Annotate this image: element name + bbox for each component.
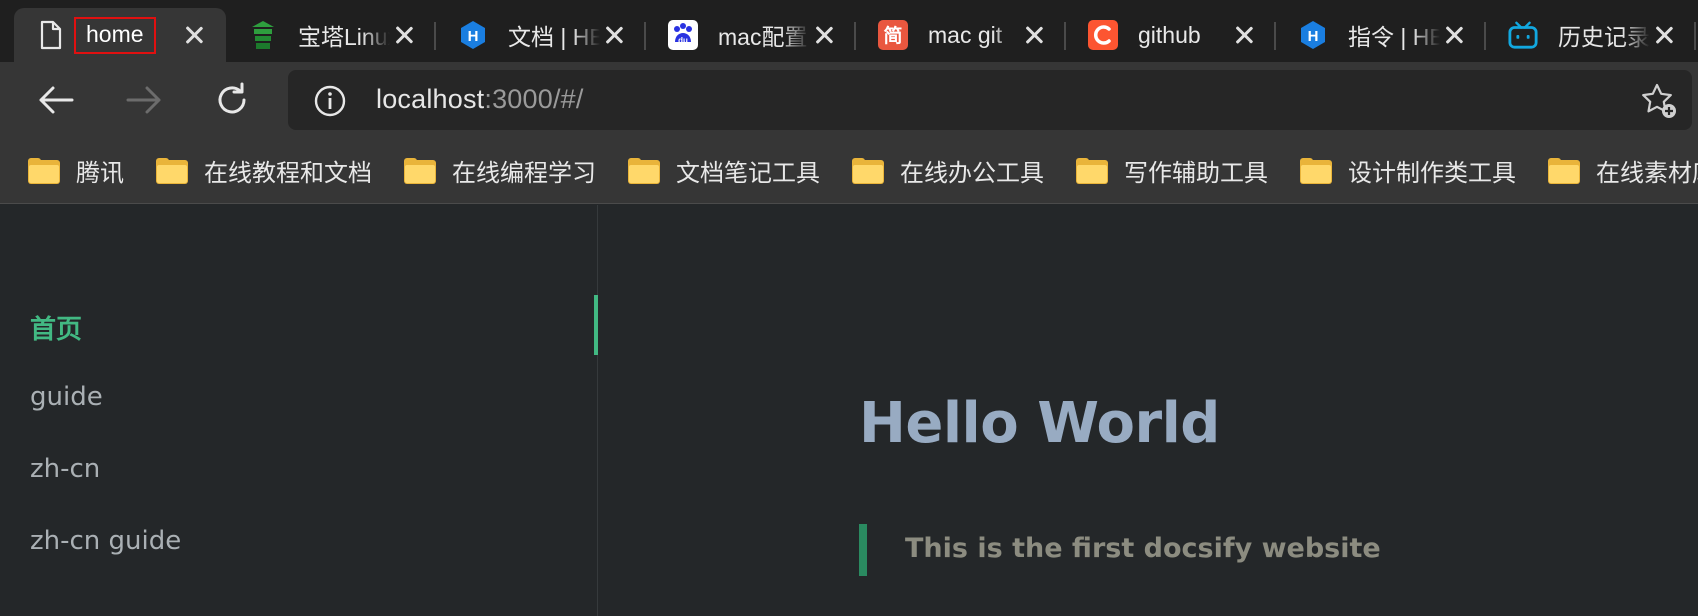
tab-title: 文档 | HBuilderX bbox=[508, 24, 600, 50]
bookmark-folder[interactable]: 在线素材库 bbox=[1548, 153, 1698, 188]
page-viewport: 首页 guide zh-cn zh-cn guide Hello World T… bbox=[0, 205, 1698, 616]
tab-hbuilder-commands[interactable]: H 指令 | HBuilderX bbox=[1276, 8, 1486, 62]
bookmark-label: 在线素材库 bbox=[1596, 160, 1698, 187]
tab-mac-git[interactable]: 简 mac git bbox=[856, 8, 1066, 62]
docsify-sidebar: 首页 guide zh-cn zh-cn guide bbox=[0, 205, 598, 616]
folder-icon bbox=[156, 157, 188, 184]
close-tab-icon[interactable] bbox=[182, 23, 206, 47]
blockquote-bar bbox=[859, 524, 867, 576]
arrow-left-icon bbox=[39, 86, 74, 114]
tab-title: home bbox=[74, 16, 156, 54]
sidebar-item-guide[interactable]: guide bbox=[30, 382, 103, 412]
close-tab-icon[interactable] bbox=[602, 23, 626, 47]
close-tab-icon[interactable] bbox=[1652, 23, 1676, 47]
bookmark-folder[interactable]: 在线编程学习 bbox=[404, 153, 596, 188]
close-tab-icon[interactable] bbox=[1232, 23, 1256, 47]
close-tab-icon[interactable] bbox=[1022, 23, 1046, 47]
sidebar-item-zh-cn-guide[interactable]: zh-cn guide bbox=[30, 526, 181, 556]
browser-toolbar: localhost:3000/#/ bbox=[0, 62, 1698, 138]
folder-icon bbox=[1300, 157, 1332, 184]
svg-text:du: du bbox=[678, 36, 688, 45]
document-icon bbox=[36, 20, 66, 50]
bookmark-label: 在线办公工具 bbox=[900, 160, 1044, 187]
back-button[interactable] bbox=[34, 78, 78, 122]
close-tab-icon[interactable] bbox=[812, 23, 836, 47]
bookmark-folder[interactable]: 文档笔记工具 bbox=[628, 153, 820, 188]
tab-title: mac配置 bbox=[718, 24, 808, 50]
tab-title: mac git bbox=[928, 21, 1003, 48]
bookmark-label: 写作辅助工具 bbox=[1124, 160, 1268, 187]
bookmark-folder[interactable]: 写作辅助工具 bbox=[1076, 153, 1268, 188]
tab-title: 宝塔Linux面板 bbox=[298, 24, 390, 50]
tab-title: 历史记录 bbox=[1558, 24, 1650, 50]
close-tab-icon[interactable] bbox=[392, 23, 416, 47]
folder-icon bbox=[1548, 157, 1580, 184]
tab-home[interactable]: home bbox=[14, 8, 226, 62]
page-title: Hello World bbox=[859, 391, 1220, 456]
folder-icon bbox=[28, 157, 60, 184]
url-text[interactable]: localhost:3000/#/ bbox=[376, 84, 584, 115]
tab-strip: home 宝塔Linux面板 H 文档 | HBuilderX du mac配置… bbox=[0, 0, 1698, 62]
bilibili-icon bbox=[1508, 20, 1538, 50]
bookmark-label: 在线教程和文档 bbox=[204, 160, 372, 187]
close-tab-icon[interactable] bbox=[1442, 23, 1466, 47]
bookmark-label: 文档笔记工具 bbox=[676, 160, 820, 187]
url-path: :3000/#/ bbox=[484, 84, 584, 114]
jianshu-icon: 简 bbox=[878, 20, 908, 50]
tab-history[interactable]: 历史记录 bbox=[1486, 8, 1696, 62]
tab-github[interactable]: github bbox=[1066, 8, 1276, 62]
bookmark-folder[interactable]: 设计制作类工具 bbox=[1300, 153, 1516, 188]
url-host: localhost bbox=[376, 84, 485, 114]
forward-button[interactable] bbox=[122, 78, 166, 122]
folder-icon bbox=[1076, 157, 1108, 184]
sidebar-item-home[interactable]: 首页 bbox=[30, 309, 82, 346]
sidebar-item-zh-cn[interactable]: zh-cn bbox=[30, 454, 100, 484]
svg-text:H: H bbox=[468, 28, 479, 45]
info-icon[interactable] bbox=[314, 85, 346, 117]
bookmark-folder[interactable]: 在线教程和文档 bbox=[156, 153, 372, 188]
bookmark-label: 设计制作类工具 bbox=[1348, 160, 1516, 187]
reload-button[interactable] bbox=[210, 78, 254, 122]
hbuilder-icon: H bbox=[1298, 20, 1328, 50]
tab-title: 指令 | HBuilderX bbox=[1348, 24, 1440, 50]
reload-icon bbox=[218, 82, 246, 114]
tab-separator bbox=[1694, 22, 1696, 50]
bookmark-folder[interactable]: 在线办公工具 bbox=[852, 153, 1044, 188]
markdown-section: Hello World This is the first docsify we… bbox=[599, 205, 1698, 616]
hbuilder-icon: H bbox=[458, 20, 488, 50]
arrow-right-icon bbox=[126, 86, 161, 114]
svg-text:简: 简 bbox=[883, 24, 902, 47]
bookmarks-bar: 腾讯 在线教程和文档 在线编程学习 文档笔记工具 在线办公工具 写作辅助工具 设… bbox=[0, 138, 1698, 204]
folder-icon bbox=[852, 157, 884, 184]
svg-text:H: H bbox=[1308, 28, 1319, 45]
baota-icon bbox=[248, 20, 278, 50]
bookmark-folder[interactable]: 腾讯 bbox=[28, 153, 124, 188]
sidebar-active-indicator bbox=[594, 295, 598, 355]
tab-mac-config[interactable]: du mac配置 bbox=[646, 8, 856, 62]
tab-title: github bbox=[1138, 21, 1201, 48]
tab-baota[interactable]: 宝塔Linux面板 bbox=[226, 8, 436, 62]
folder-icon bbox=[628, 157, 660, 184]
add-favorite-icon[interactable] bbox=[1640, 82, 1678, 120]
bookmark-label: 在线编程学习 bbox=[452, 160, 596, 187]
tab-hbuilder-docs[interactable]: H 文档 | HBuilderX bbox=[436, 8, 646, 62]
bookmark-label: 腾讯 bbox=[76, 160, 124, 187]
baidu-icon: du bbox=[668, 20, 698, 50]
address-bar[interactable]: localhost:3000/#/ bbox=[288, 70, 1692, 130]
blockquote-text: This is the first docsify website bbox=[905, 533, 1381, 564]
csdn-icon bbox=[1088, 20, 1118, 50]
folder-icon bbox=[404, 157, 436, 184]
